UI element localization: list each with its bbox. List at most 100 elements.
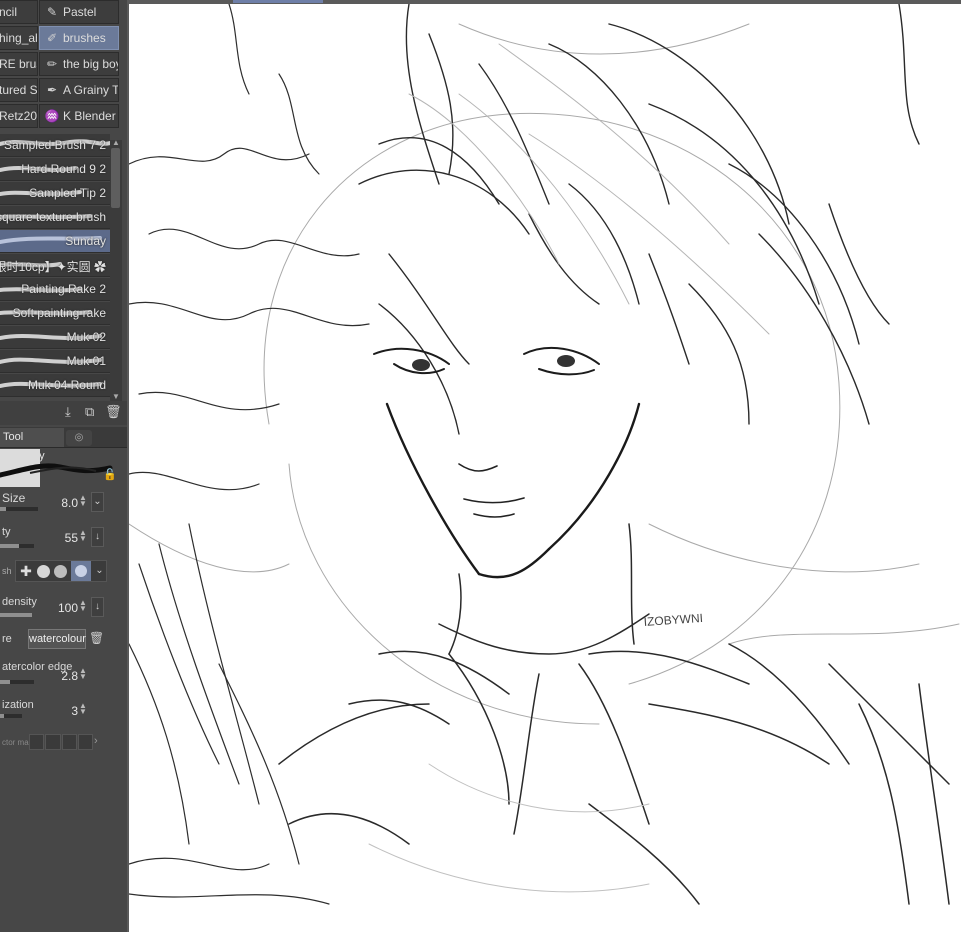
shape-soft-circle-icon[interactable] — [54, 565, 67, 578]
tab-retz-label: Retz20 — [0, 109, 38, 123]
tab-k-blender[interactable]: ♒K Blender M — [39, 104, 119, 128]
vector-magnet-label: ctor ma — [2, 738, 29, 747]
sub-tool-panel: ncil ✎ Pastel hing_ab ✐ brushes RE brus ✏ t… — [0, 0, 127, 932]
drawing-canvas[interactable]: IZOBYWNI — [129, 4, 961, 932]
canvas-area[interactable]: IZOBYWNI — [127, 0, 961, 932]
sketch-artwork: IZOBYWNI — [129, 4, 960, 905]
vector-magnet-btn-3[interactable] — [61, 734, 77, 750]
brush-list-item[interactable]: Sampled Tip 2 — [0, 182, 110, 205]
download-icon[interactable]: ⤓ — [65, 404, 71, 420]
brush-list-item[interactable]: Painting Rake 2 — [0, 278, 110, 301]
tab-grainy-label: A Grainy Te — [63, 83, 119, 97]
scrollbar-thumb[interactable] — [111, 148, 120, 208]
scroll-down-arrow-icon[interactable]: ▼ — [112, 392, 120, 401]
vector-magnet-btn-2[interactable] — [45, 734, 61, 750]
opacity-slider[interactable] — [0, 544, 34, 548]
stabilization-label: ization — [2, 699, 34, 711]
brush-list-item[interactable]: Sampled Brush 7 2 — [0, 134, 110, 157]
stabilization-value[interactable]: 3 — [48, 704, 78, 718]
tab-tured[interactable]: tured Si — [0, 78, 38, 102]
texture-select[interactable]: watercolour — [28, 629, 86, 649]
density-slider[interactable] — [0, 613, 32, 617]
density-value[interactable]: 100 — [48, 601, 78, 615]
chevron-right-icon[interactable]: › — [94, 735, 98, 747]
brush-list-item-label: Muk 02 — [66, 330, 106, 344]
tab-re-brus-label: RE brus — [0, 57, 37, 71]
tab-secondary[interactable]: ◎ — [66, 430, 92, 446]
tab-retz[interactable]: Retz20 — [0, 104, 38, 128]
tab-k-blender-label: K Blender M — [63, 109, 118, 123]
stabilization-slider-fill — [0, 714, 5, 718]
tab-tured-label: tured Si — [0, 83, 38, 97]
vector-magnet-buttons[interactable] — [29, 734, 93, 750]
brush-list-item-label: Painting Rake 2 — [21, 282, 106, 296]
tab-hing-ab[interactable]: hing_ab — [0, 26, 38, 50]
watercolor-edge-value[interactable]: 2.8 — [48, 669, 78, 683]
lock-icon[interactable]: 🔓 — [103, 468, 117, 481]
tab-hing-ab-label: hing_ab — [0, 31, 37, 45]
brush-list-item[interactable]: Soft painting rake — [0, 302, 110, 325]
watercolor-edge-slider[interactable] — [0, 680, 34, 684]
pen-icon: ✒ — [46, 83, 58, 97]
size-menu-icon[interactable]: ⌄ — [91, 492, 104, 512]
brush-icon: ✐ — [46, 31, 58, 45]
brush-list-item-label: Muk 01 — [66, 354, 106, 368]
scroll-up-arrow-icon[interactable]: ▲ — [112, 138, 120, 147]
tab-grainy[interactable]: ✒ A Grainy Te — [39, 78, 119, 102]
size-spin-icon[interactable]: ▲ ▼ — [79, 494, 87, 508]
vector-magnet-btn-1[interactable] — [29, 734, 45, 750]
brush-list-item[interactable]: Sunday — [0, 230, 110, 253]
shape-blur-circle-icon — [75, 565, 87, 577]
duplicate-icon[interactable]: ⧉ — [85, 404, 94, 420]
brush-list-item[interactable]: Muk 02 — [0, 326, 110, 349]
drops-icon: ♒ — [44, 109, 60, 123]
brush-list-item-label: Soft painting rake — [12, 306, 106, 320]
watercolor-edge-slider-fill — [0, 680, 11, 684]
shape-circle-icon[interactable] — [37, 565, 50, 578]
brush-list-item-label: 【限时10cp】✦实圆 ✿ — [0, 260, 106, 274]
size-slider[interactable] — [0, 507, 38, 511]
tab-brushes[interactable]: ✐ brushes — [39, 26, 119, 50]
opacity-slider-fill — [0, 544, 19, 548]
brush-list-item[interactable]: 【限时10cp】✦实圆 ✿ — [0, 254, 110, 277]
tab-pencil[interactable]: ncil — [0, 0, 38, 24]
brush-list-item-label: Sampled Tip 2 — [29, 186, 106, 200]
brush-list-item[interactable]: Muk 01 — [0, 350, 110, 373]
size-value[interactable]: 8.0 — [48, 496, 78, 510]
texture-label: re — [2, 633, 12, 645]
density-label: density — [2, 596, 37, 608]
trash-icon[interactable]: 🗑 — [105, 404, 122, 420]
brush-list-item-label: Hard Round 9 2 — [21, 162, 106, 176]
texture-trash-icon[interactable]: 🗑 — [89, 631, 104, 645]
stabilization-spin-icon[interactable]: ▲ ▼ — [79, 702, 87, 716]
stabilization-slider[interactable] — [0, 714, 22, 718]
tab-tool-property[interactable]: Tool Property — [0, 428, 64, 462]
density-slider-fill — [0, 613, 32, 617]
opacity-value[interactable]: 55 — [48, 531, 78, 545]
opacity-pressure-icon[interactable]: ↓ — [91, 527, 104, 547]
tab-the-big-boy[interactable]: ✏ the big boy — [39, 52, 119, 76]
pastel-icon: ✎ — [46, 5, 58, 19]
watercolor-edge-spin-icon[interactable]: ▲ ▼ — [79, 667, 87, 681]
shape-cross-icon[interactable]: ✚ — [17, 562, 35, 580]
size-slider-fill — [0, 507, 6, 511]
brush-list-item-label: square texture brush — [0, 210, 106, 224]
tab-re-brus[interactable]: RE brus — [0, 52, 38, 76]
density-spin-icon[interactable]: ▲ ▼ — [79, 599, 87, 613]
tab-the-big-boy-label: the big boy — [63, 57, 119, 71]
size-label: Size — [2, 491, 26, 505]
vector-magnet-btn-4[interactable] — [77, 734, 93, 750]
shape-dropdown-icon[interactable]: ⌄ — [93, 562, 106, 580]
brush-list-item-label: Sunday — [65, 234, 106, 248]
tab-pastel[interactable]: ✎ Pastel — [39, 0, 119, 24]
canvas-tab-indicator — [233, 0, 323, 3]
tab-pencil-label: ncil — [0, 5, 18, 19]
brush-list-item[interactable]: square texture brush — [0, 206, 110, 229]
marker-icon: ✏ — [46, 57, 58, 71]
density-pressure-icon[interactable]: ↓ — [91, 597, 104, 617]
brush-list-item[interactable]: Muk 04 Round — [0, 374, 110, 397]
opacity-spin-icon[interactable]: ▲ ▼ — [79, 529, 87, 543]
brush-list-item[interactable]: Hard Round 9 2 — [0, 158, 110, 181]
opacity-label: ty — [2, 526, 11, 538]
tab-brushes-label: brushes — [63, 31, 106, 45]
